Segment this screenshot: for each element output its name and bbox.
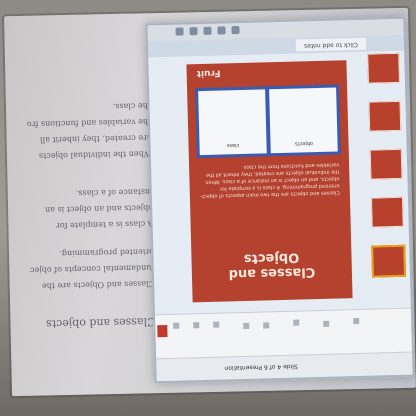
handwritten-line: the class.: [112, 101, 152, 112]
app-icon[interactable]: [203, 26, 212, 35]
slide-header: Fruit: [196, 67, 221, 79]
app-icon[interactable]: [217, 26, 226, 35]
handwritten-line: When the individual objects: [38, 149, 153, 161]
slide-thumbnail[interactable]: [368, 100, 402, 132]
ribbon-icon[interactable]: [243, 322, 250, 330]
room-background: Classes and objects Classes and Objects …: [0, 0, 416, 416]
ribbon-icon[interactable]: [263, 322, 270, 329]
handwritten-line: fundamental concepts of object: [29, 263, 155, 275]
slide-image-panel: class objects: [195, 84, 341, 159]
panel-right: objects: [269, 87, 338, 154]
handwritten-line: A class is a template for: [55, 219, 154, 231]
slide-thumbnails: [366, 52, 407, 338]
handwritten-line: Classes and Objects are the: [41, 279, 155, 291]
ribbon-icon[interactable]: [353, 317, 360, 325]
app-icon[interactable]: [175, 27, 184, 36]
handwritten-title: Classes and objects: [45, 315, 156, 331]
panel-left: class: [198, 89, 267, 156]
projected-screen: Click to add notes Fruit class objects C…: [145, 16, 415, 384]
slide-thumbnail[interactable]: [369, 148, 403, 180]
notes-tab[interactable]: Click to add notes: [295, 37, 367, 52]
app-icon[interactable]: [231, 26, 240, 35]
slide-thumbnail[interactable]: [367, 52, 400, 84]
ribbon-icon[interactable]: [173, 322, 180, 329]
file-tab[interactable]: [157, 324, 168, 338]
app-icon[interactable]: [189, 27, 198, 36]
handwritten-line: are created, they inherit all: [39, 133, 152, 145]
slide-title: Classes and Objects: [228, 249, 316, 282]
status-text: Slide 4 of 6 Presentation: [224, 362, 298, 372]
panel-left-label: class: [226, 142, 240, 149]
ribbon-icon[interactable]: [323, 320, 330, 327]
ribbon-icon[interactable]: [193, 322, 200, 329]
slide-canvas[interactable]: Fruit class objects Classes and objects …: [186, 60, 353, 303]
slide-thumbnail[interactable]: [370, 196, 404, 228]
handwritten-line: the variables and functions from: [26, 117, 152, 129]
ribbon-icon[interactable]: [293, 319, 300, 326]
handwritten-line: objects and an object is an: [44, 203, 154, 215]
handwritten-line: oriented programming.: [59, 247, 155, 259]
ribbon-icon[interactable]: [213, 321, 220, 328]
slide-thumbnail-active[interactable]: [371, 244, 407, 278]
panel-right-label: objects: [294, 140, 314, 147]
handwritten-notes: Classes and objects Classes and Objects …: [25, 53, 161, 356]
handwritten-line: instance of a class.: [75, 187, 153, 198]
slide-bullets: Classes and objects are the two main asp…: [200, 161, 340, 200]
